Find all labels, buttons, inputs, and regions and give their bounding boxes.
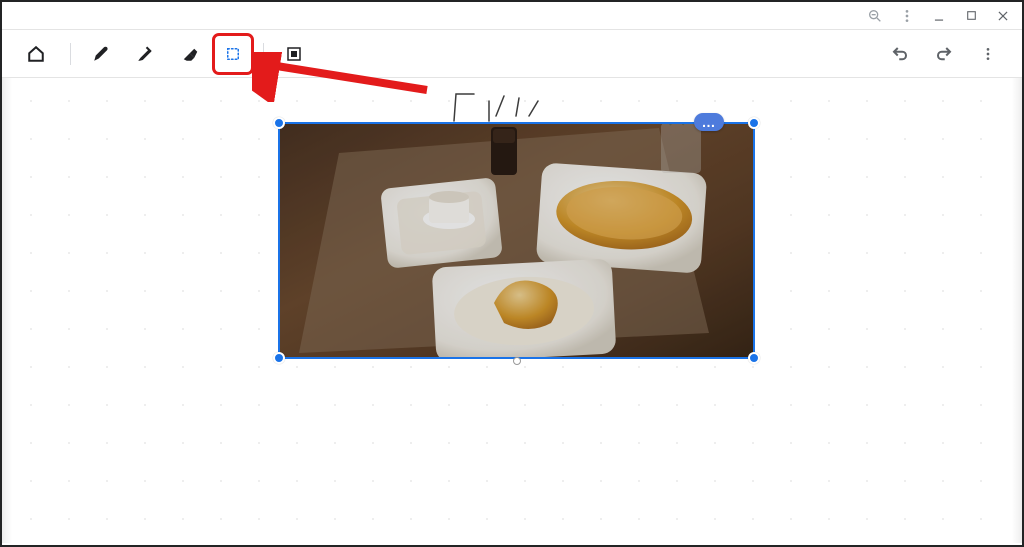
zoom-out-icon[interactable] xyxy=(866,7,884,25)
select-tool[interactable] xyxy=(215,36,251,72)
shape-tool[interactable] xyxy=(276,36,312,72)
rotate-handle[interactable] xyxy=(513,357,521,365)
selection-options-button[interactable]: … xyxy=(694,113,724,131)
image-content xyxy=(279,123,754,358)
window-titlebar xyxy=(2,2,1022,30)
minimize-button[interactable] xyxy=(930,7,948,25)
app-window: … xyxy=(0,0,1024,547)
resize-handle-tr[interactable] xyxy=(748,117,760,129)
undo-button[interactable] xyxy=(882,36,918,72)
more-button[interactable] xyxy=(970,36,1006,72)
eraser-tool[interactable] xyxy=(171,36,207,72)
close-button[interactable] xyxy=(994,7,1012,25)
separator xyxy=(263,43,264,65)
home-button[interactable] xyxy=(18,36,54,72)
pen-tool[interactable] xyxy=(83,36,119,72)
highlighter-tool[interactable] xyxy=(127,36,163,72)
separator xyxy=(70,43,71,65)
resize-handle-br[interactable] xyxy=(748,352,760,364)
edge xyxy=(2,78,12,543)
resize-handle-bl[interactable] xyxy=(273,352,285,364)
maximize-button[interactable] xyxy=(962,7,980,25)
toolbar xyxy=(2,30,1022,78)
overflow-icon[interactable] xyxy=(898,7,916,25)
canvas[interactable]: … xyxy=(14,80,1010,543)
selected-image[interactable]: … xyxy=(279,123,754,358)
edge xyxy=(1012,78,1022,543)
resize-handle-tl[interactable] xyxy=(273,117,285,129)
ink-stroke xyxy=(444,86,564,126)
redo-button[interactable] xyxy=(926,36,962,72)
